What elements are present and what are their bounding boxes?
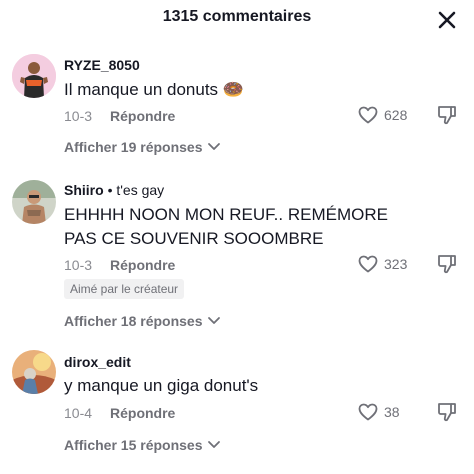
like-button[interactable]: 38 xyxy=(358,401,400,423)
comment-text: EHHHH NOON MON REUF.. REMÉMORE PAS CE SO… xyxy=(64,205,388,248)
heart-outline-icon xyxy=(358,403,378,421)
view-replies-label: Afficher 15 réponses xyxy=(64,437,203,453)
view-replies-button[interactable]: Afficher 18 réponses xyxy=(64,313,221,329)
avatar[interactable] xyxy=(12,180,56,224)
thumbs-down-icon xyxy=(438,106,456,125)
reply-button[interactable]: Répondre xyxy=(110,108,175,124)
heart-outline-icon xyxy=(358,255,378,273)
dislike-button[interactable] xyxy=(436,104,458,126)
liked-by-creator-badge: Aimé par le créateur xyxy=(64,279,185,299)
like-count: 323 xyxy=(384,256,408,272)
chevron-down-icon xyxy=(207,143,220,150)
comments-header: 1315 commentaires xyxy=(0,0,474,40)
like-button[interactable]: 323 xyxy=(358,253,407,275)
dislike-button[interactable] xyxy=(436,401,458,423)
comment-date: 10-3 xyxy=(64,108,93,124)
reply-button[interactable]: Répondre xyxy=(110,405,175,421)
chevron-down-icon xyxy=(207,441,220,448)
view-replies-button[interactable]: Afficher 15 réponses xyxy=(64,437,221,453)
dislike-button[interactable] xyxy=(436,253,458,275)
close-button[interactable] xyxy=(436,9,458,31)
heart-outline-icon xyxy=(358,106,378,124)
view-replies-label: Afficher 18 réponses xyxy=(64,313,203,329)
comment-username[interactable]: Shiiro • t'es gay xyxy=(64,182,164,198)
comment-date: 10-3 xyxy=(64,257,93,273)
comment-username[interactable]: RYZE_8050 xyxy=(64,57,140,73)
view-replies-label: Afficher 19 réponses xyxy=(64,139,203,155)
comment-meta: 10-3 Répondre xyxy=(64,108,175,124)
comment-meta: 10-3 Répondre xyxy=(64,257,175,273)
username-tag: • t'es gay xyxy=(107,182,165,198)
like-count: 628 xyxy=(384,107,408,123)
like-button[interactable]: 628 xyxy=(358,104,407,126)
comment-text: y manque un giga donut's xyxy=(64,376,259,395)
comments-count-title: 1315 commentaires xyxy=(162,8,312,25)
like-count: 38 xyxy=(384,404,400,420)
chevron-down-icon xyxy=(207,317,220,324)
avatar[interactable] xyxy=(12,54,56,98)
close-icon xyxy=(438,11,456,29)
comment-text: Il manque un donuts 🍩 xyxy=(64,80,244,99)
comment-date: 10-4 xyxy=(64,405,93,421)
comment-meta: 10-4 Répondre xyxy=(64,405,175,421)
reply-button[interactable]: Répondre xyxy=(110,257,175,273)
avatar[interactable] xyxy=(12,350,56,394)
username-label: Shiiro xyxy=(64,182,104,198)
view-replies-button[interactable]: Afficher 19 réponses xyxy=(64,139,221,155)
comment-username[interactable]: dirox_edit xyxy=(64,354,131,370)
thumbs-down-icon xyxy=(438,255,456,274)
thumbs-down-icon xyxy=(438,403,456,422)
